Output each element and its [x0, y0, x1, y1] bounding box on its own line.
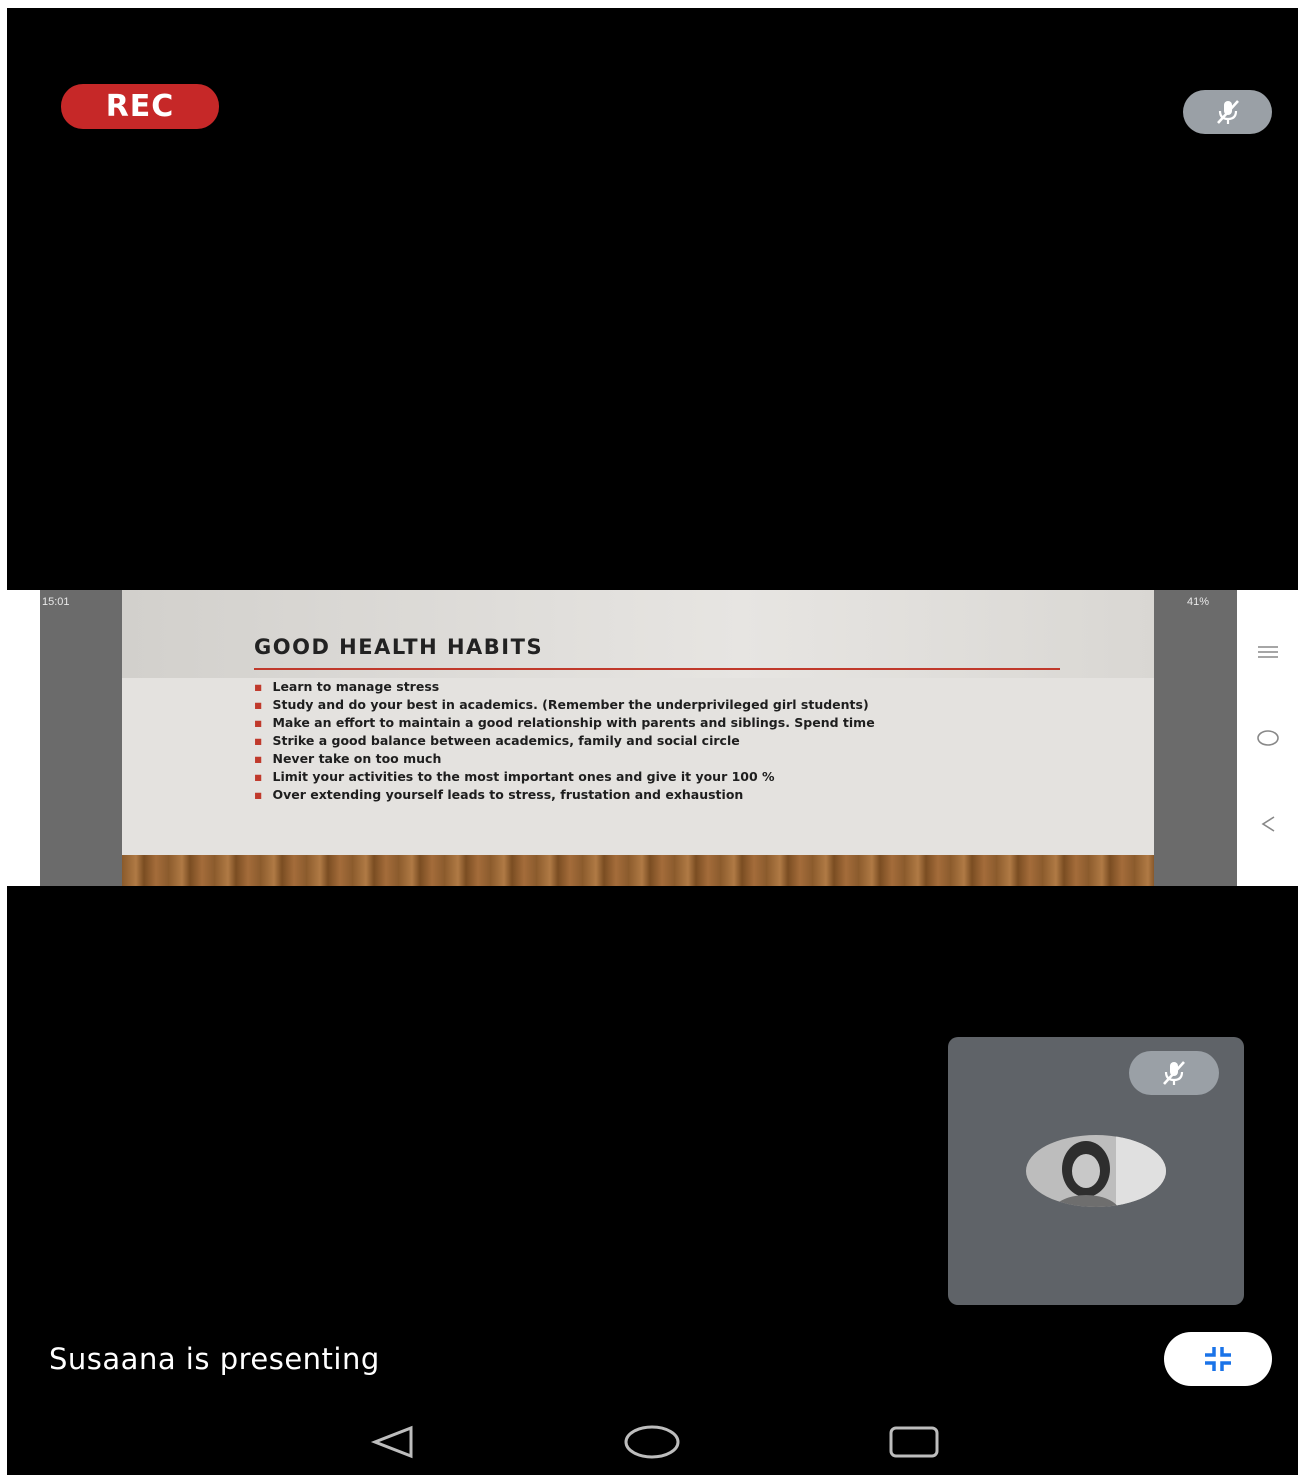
shared-phone-nav-bar: [1237, 590, 1298, 886]
self-avatar: [1026, 1135, 1166, 1207]
self-mic-off-icon: [1129, 1051, 1219, 1095]
back-triangle-icon[interactable]: [365, 1420, 421, 1464]
presentation-slide: GOOD HEALTH HABITS ▪ Learn to manage stre…: [122, 590, 1154, 886]
slide-title-divider: [254, 668, 1060, 670]
shared-screen[interactable]: 15:01 41% GOOD HEALTH HABITS ▪ Learn to m…: [7, 590, 1298, 886]
slide-bullet: ▪ Limit your activities to the most impor…: [254, 769, 775, 784]
slide-bullet: ▪ Make an effort to maintain a good relat…: [254, 715, 875, 730]
slide-bullet: ▪ Over extending yourself leads to stress…: [254, 787, 744, 802]
presenter-mic-off-icon: [1183, 90, 1272, 134]
phone-status-time: 15:01: [42, 596, 70, 608]
menu-icon: [1237, 640, 1298, 666]
slide-bullet: ▪ Learn to manage stress: [254, 679, 440, 694]
slide-bullet: ▪ Study and do your best in academics. (R…: [254, 697, 869, 712]
slide-title: GOOD HEALTH HABITS: [254, 635, 544, 659]
self-view-tile[interactable]: [948, 1037, 1244, 1305]
back-chevron-icon: [1237, 814, 1298, 840]
slide-bullet: ▪ Strike a good balance between academics…: [254, 733, 740, 748]
shared-phone-screen: 15:01 41% GOOD HEALTH HABITS ▪ Learn to m…: [40, 590, 1237, 886]
slide-bullet: ▪ Never take on too much: [254, 751, 442, 766]
home-circle-icon[interactable]: [622, 1420, 682, 1464]
recents-square-icon[interactable]: [885, 1420, 943, 1464]
slide-bullet-list: ▪ Learn to manage stress ▪ Study and do yo…: [254, 678, 875, 804]
recording-badge: REC: [61, 84, 219, 129]
home-circle-icon: [1237, 728, 1298, 754]
slide-header-band: [122, 590, 1154, 678]
exit-fullscreen-icon: [1205, 1347, 1231, 1371]
presenting-status: Susaana is presenting: [49, 1342, 380, 1376]
video-call-screen: REC 15:01 41% GOOD HEALTH HABITS ▪ Learn …: [7, 8, 1298, 1475]
exit-fullscreen-button[interactable]: [1164, 1332, 1272, 1386]
phone-status-battery: 41%: [1186, 596, 1209, 608]
slide-wood-floor: [122, 855, 1154, 886]
